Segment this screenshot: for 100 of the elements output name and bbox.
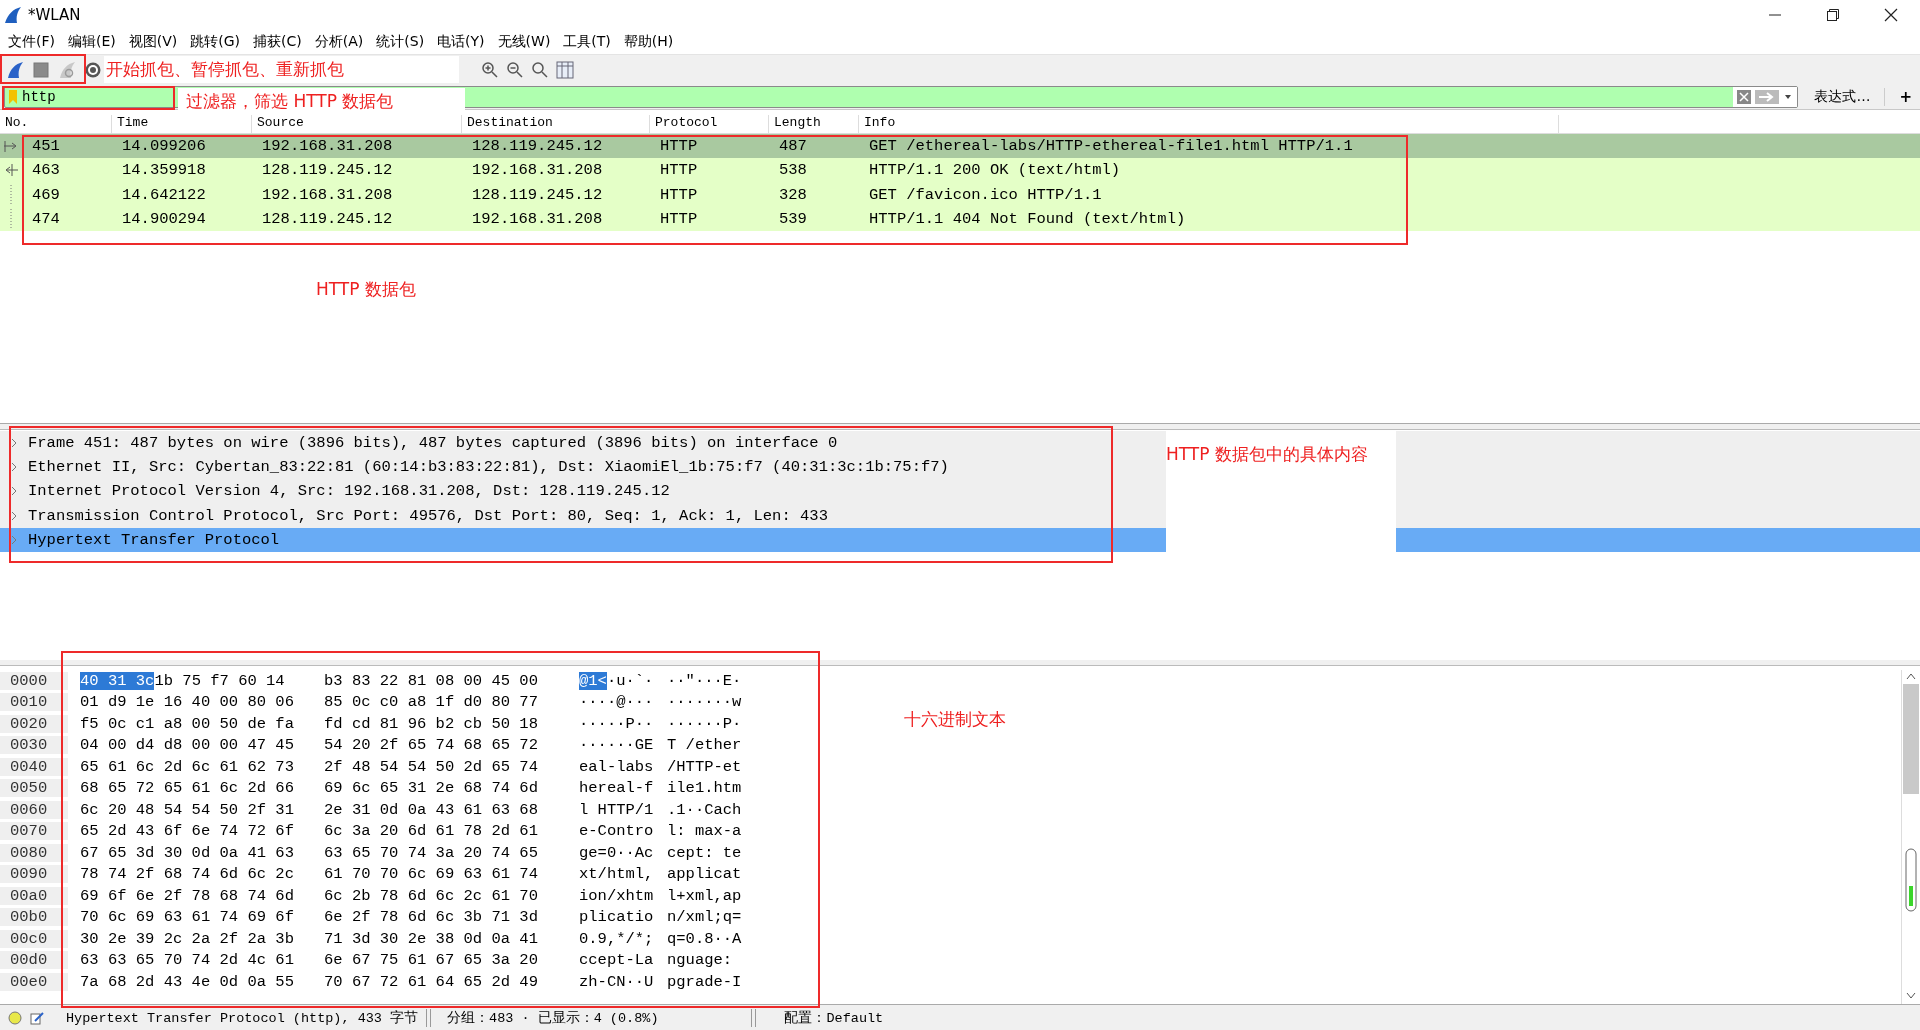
ascii-text: l HTTP/1	[579, 800, 655, 819]
annotation-label: HTTP 数据包中的具体内容	[1166, 443, 1368, 466]
hex-bytes: 71 3d 30 2e 38 0d 0a 41	[324, 929, 539, 948]
ascii-text: nguage:	[667, 951, 733, 970]
packet-counts: 分组：483 · 已显示：4 (0.8%)	[447, 1009, 659, 1027]
table-cell-text: HTTP	[659, 161, 699, 180]
ascii-text: l+xml,ap	[667, 886, 742, 905]
table-cell-text: 463	[31, 161, 61, 180]
ascii-text: hereal-f	[579, 779, 655, 798]
hex-bytes: 70 6c 69 63 61 74 69 6f	[80, 908, 295, 927]
table-cell-text: 128.119.245.12	[471, 185, 604, 204]
menu-item[interactable]: 捕获(C)	[253, 33, 302, 51]
table-cell-text: 14.099206	[121, 137, 207, 156]
ascii-text: n/xml;q=	[667, 908, 742, 927]
hex-bytes: 67 65 3d 30 0d 0a 41 63	[80, 843, 295, 862]
hex-bytes: 6e 2f 78 6d 6c 3b 71 3d	[324, 908, 539, 927]
menu-item[interactable]: 无线(W)	[497, 33, 551, 51]
column-header[interactable]: Protocol	[650, 115, 769, 133]
byte-offset: 0010	[0, 693, 68, 712]
ascii-text: 0.9,*/*;	[579, 929, 655, 948]
status-summary: Hypertext Transfer Protocol (http), 433 字节	[66, 1009, 419, 1027]
table-cell-text: GET /ethereal-labs/HTTP-ethereal-file1.html HTTP/1.1	[868, 137, 1354, 156]
tree-item[interactable]: Internet Protocol Version 4, Src: 192.168.31.208, Dst: 128.119.245.12	[0, 479, 1166, 504]
ascii-text: applicat	[667, 865, 742, 884]
table-cell-text: 192.168.31.208	[471, 210, 604, 229]
menu-item[interactable]: 文件(F)	[8, 33, 55, 51]
hex-bytes: 6c 3a 20 6d 61 78 2d 61	[324, 822, 539, 841]
tree-item[interactable]: Transmission Control Protocol, Src Port: 49576, Dst Port: 80, Seq: 1, Ack: 1, Len: 433	[0, 503, 1166, 528]
packet-row[interactable]: 469 14.642122 192.168.31.208 128.119.245.12 HTTP 328 GET /favicon.ico HTTP/1.1	[0, 182, 1920, 207]
column-header[interactable]: Info	[859, 115, 1559, 133]
hex-bytes: 6e 67 75 61 67 65 3a 20	[324, 951, 539, 970]
table-cell-text: 14.900294	[121, 210, 207, 229]
column-header[interactable]: Length	[769, 115, 859, 133]
table-cell-text: HTTP	[659, 210, 699, 229]
ascii-text: ·······w	[667, 693, 742, 712]
expression-button[interactable]: 表达式…	[1808, 87, 1886, 106]
hex-bytes: 2e 31 0d 0a 43 61 63 68	[324, 800, 539, 819]
ascii-text: .1··Cach	[667, 800, 742, 819]
ascii-text: ·····P··	[579, 714, 655, 733]
byte-offset: 0030	[0, 736, 68, 755]
table-cell-text: 538	[778, 161, 808, 180]
ascii-text: T /ether	[667, 736, 742, 755]
column-header[interactable]: Source	[252, 115, 462, 133]
hex-bytes: 40 31 3c1b 75 f7 60 14	[80, 671, 286, 690]
packet-row[interactable]: 451 14.099206 192.168.31.208 128.119.245.12 HTTP 487 GET /ethereal-labs/HTTP-ethereal-file1.html HTTP/1.1	[0, 134, 1920, 159]
menu-item[interactable]: 帮助(H)	[623, 33, 674, 51]
byte-offset: 0040	[0, 757, 68, 776]
ascii-text: xt/html,	[579, 865, 655, 884]
hex-bytes: fd cd 81 96 b2 cb 50 18	[324, 714, 539, 733]
table-cell-text: HTTP	[659, 137, 699, 156]
column-header[interactable]: No.	[0, 115, 112, 133]
hex-bytes: 65 2d 43 6f 6e 74 72 6f	[80, 822, 295, 841]
ascii-text: q=0.8··A	[667, 929, 742, 948]
table-cell-text: 128.119.245.12	[261, 161, 394, 180]
table-cell-text: 192.168.31.208	[261, 137, 394, 156]
profile-label[interactable]: 配置：Default	[784, 1008, 888, 1027]
add-filter-button[interactable]: +	[1895, 87, 1916, 106]
hex-bytes: b3 83 22 81 08 00 45 00	[324, 671, 539, 690]
hex-bytes: 7a 68 2d 43 4e 0d 0a 55	[80, 972, 295, 991]
table-cell-text: 487	[778, 137, 808, 156]
ascii-text: l: max-a	[667, 822, 742, 841]
menu-item[interactable]: 编辑(E)	[68, 33, 116, 51]
hex-bytes: 63 63 65 70 74 2d 4c 61	[80, 951, 295, 970]
byte-offset: 0060	[0, 800, 68, 819]
packet-row[interactable]: 474 14.900294 128.119.245.12 192.168.31.208 HTTP 539 HTTP/1.1 404 Not Found (text/html)	[0, 206, 1920, 232]
table-cell-text: 451	[31, 137, 61, 156]
annotation-tooltip: 开始抓包、暂停抓包、重新抓包	[104, 56, 459, 83]
ascii-text: ile1.htm	[667, 779, 742, 798]
ascii-text: e-Contro	[579, 822, 655, 841]
ascii-text: ······P·	[667, 714, 742, 733]
table-cell-text: 192.168.31.208	[261, 185, 394, 204]
menu-item[interactable]: 工具(T)	[563, 33, 611, 51]
column-header[interactable]: Destination	[462, 115, 650, 133]
table-cell-text: 14.642122	[121, 185, 207, 204]
table-cell-text: HTTP	[659, 185, 699, 204]
ascii-text: ··"···E·	[667, 671, 742, 690]
packet-row[interactable]: 463 14.359918 128.119.245.12 192.168.31.208 HTTP 538 HTTP/1.1 200 OK (text/html)	[0, 158, 1920, 183]
menu-item[interactable]: 统计(S)	[376, 33, 425, 51]
hex-bytes: 04 00 d4 d8 00 00 47 45	[80, 736, 295, 755]
table-cell-text: HTTP/1.1 200 OK (text/html)	[868, 161, 1122, 180]
hex-bytes: 69 6c 65 31 2e 68 74 6d	[324, 779, 539, 798]
column-header[interactable]: Time	[112, 115, 252, 133]
tree-item[interactable]: Frame 451: 487 bytes on wire (3896 bits), 487 bytes captured (3896 bits) on interface 0	[0, 431, 1166, 456]
ascii-text: @1<·u·`·	[579, 671, 655, 690]
byte-offset: 00b0	[0, 908, 68, 927]
table-cell-text: 128.119.245.12	[471, 137, 604, 156]
ascii-text: /HTTP-et	[667, 757, 742, 776]
ascii-text: cept: te	[667, 843, 742, 862]
table-cell-text: GET /favicon.ico HTTP/1.1	[868, 185, 1103, 204]
menu-item[interactable]: 跳转(G)	[190, 33, 241, 51]
hex-bytes: 61 70 70 6c 69 63 61 74	[324, 865, 539, 884]
byte-offset: 0000	[0, 671, 68, 690]
tree-item[interactable]: Hypertext Transfer Protocol	[0, 527, 1166, 552]
menu-item[interactable]: 分析(A)	[314, 33, 364, 51]
hex-bytes: 70 67 72 61 64 65 2d 49	[324, 972, 539, 991]
menu-item[interactable]: 电话(Y)	[437, 33, 485, 51]
ascii-text: plicatio	[579, 908, 655, 927]
table-cell-text: 128.119.245.12	[261, 210, 394, 229]
menu-item[interactable]: 视图(V)	[128, 33, 178, 51]
tree-item[interactable]: Ethernet II, Src: Cybertan_83:22:81 (60:14:b3:83:22:81), Dst: XiaomiEl_1b:75:f7 (40:31:3c:1b:75:f7)	[0, 455, 1166, 480]
